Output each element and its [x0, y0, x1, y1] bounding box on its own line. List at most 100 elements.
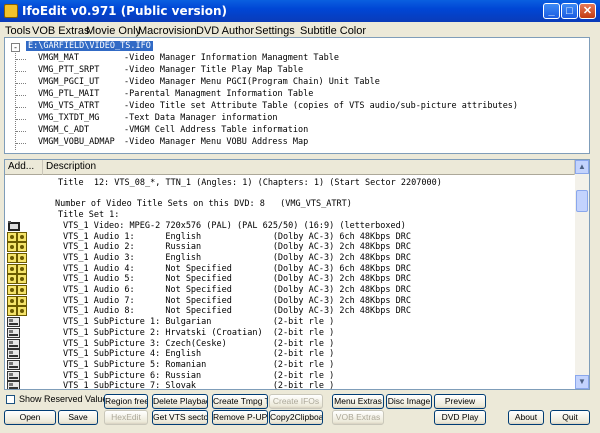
menu-macrovision[interactable]: Macrovision	[138, 25, 197, 37]
scroll-down-icon[interactable]: ▼	[575, 375, 589, 389]
list-row-text: VTS_1 SubPicture 5: Romanian (2-bit rle …	[63, 359, 335, 370]
tree-item-code: VMGM_MAT	[38, 53, 79, 63]
create-tmpg-t-button[interactable]: Create Tmpg T.	[212, 394, 268, 409]
subpicture-icon	[7, 370, 27, 381]
scroll-thumb[interactable]	[576, 190, 588, 212]
vob-extras-button[interactable]: VOB Extras	[332, 410, 384, 425]
disc-image-button[interactable]: Disc Image	[386, 394, 432, 409]
list-row[interactable]: VTS_1 Audio 3: English (Dolby AC-3) 2ch …	[5, 252, 575, 264]
list-row-text: VTS_1 Audio 7: Not Specified (Dolby AC-3…	[63, 295, 411, 306]
menu-tools[interactable]: Tools	[5, 25, 31, 37]
tree-item-code: VMGM_PGCI_UT	[38, 77, 100, 87]
menu-vob-extras[interactable]: VOB Extras	[32, 25, 89, 37]
close-button[interactable]: ✕	[579, 3, 596, 19]
subpicture-icon	[7, 349, 27, 360]
list-row[interactable]: VTS_1 Audio 2: Russian (Dolby AC-3) 2ch …	[5, 242, 575, 253]
subpicture-icon	[7, 327, 27, 338]
list-body: Title 12: VTS_08_*, TTN_1 (Angles: 1) (C…	[5, 176, 575, 389]
list-row[interactable]: Number of Video Title Sets on this DVD: …	[5, 199, 575, 210]
list-row-text: VTS_1 SubPicture 4: English (2-bit rle )	[63, 349, 335, 360]
list-row-text: VTS_1 Audio 8: Not Specified (Dolby AC-3…	[63, 306, 411, 317]
list-row[interactable]: VTS_1 SubPicture 6: Russian (2-bit rle )	[5, 370, 575, 382]
tree-connector	[16, 59, 26, 60]
list-row-text: Number of Video Title Sets on this DVD: …	[55, 199, 352, 210]
list-row[interactable]: Title Set 1:	[5, 210, 575, 221]
list-row-text: VTS_1 Audio 2: Russian (Dolby AC-3) 2ch …	[63, 242, 411, 253]
menu-subtitle-color[interactable]: Subtitle Color	[300, 25, 366, 37]
list-row[interactable]: VTS_1 SubPicture 7: Slovak (2-bit rle )	[5, 381, 575, 389]
subpicture-icon	[7, 359, 27, 370]
tree-root-node[interactable]: E:\GARFIELD\VIDEO_TS.IFO	[26, 41, 153, 51]
save-button[interactable]: Save	[58, 410, 98, 425]
list-row-text: VTS_1 Video: MPEG-2 720x576 (PAL) (PAL 6…	[63, 220, 406, 231]
tree-item-code: VMG_PTT_SRPT	[38, 65, 100, 75]
title-bar[interactable]: IfoEdit v0.971 (Public version) _ □ ✕	[0, 0, 600, 22]
audio-track-icon	[7, 285, 27, 295]
list-row-text: VTS_1 SubPicture 1: Bulgarian (2-bit rle…	[63, 317, 335, 328]
menu-extras-button[interactable]: Menu Extras	[332, 394, 384, 409]
show-reserved-checkbox[interactable]	[6, 395, 15, 404]
tree-item-desc: -Text Data Manager information	[124, 113, 278, 123]
list-row[interactable]: VTS_1 Audio 7: Not Specified (Dolby AC-3…	[5, 295, 575, 307]
tree-connector	[16, 83, 26, 84]
list-row-text: VTS_1 SubPicture 3: Czech(Ceske) (2-bit …	[63, 338, 335, 349]
list-row[interactable]: VTS_1 SubPicture 5: Romanian (2-bit rle …	[5, 359, 575, 371]
tree-connector	[15, 53, 16, 150]
column-description[interactable]: Description	[43, 160, 575, 175]
hexedit-button[interactable]: HexEdit	[104, 410, 148, 425]
minimize-button[interactable]: _	[543, 3, 560, 19]
details-list[interactable]: Add... Description Title 12: VTS_08_*, T…	[4, 159, 590, 390]
list-row[interactable]: VTS_1 Audio 6: Not Specified (Dolby AC-3…	[5, 285, 575, 296]
column-add[interactable]: Add...	[5, 160, 43, 175]
get-vts-sectors-button[interactable]: Get VTS sectors	[152, 410, 208, 425]
window-title: IfoEdit v0.971 (Public version)	[22, 4, 228, 18]
list-row[interactable]: VTS_1 SubPicture 2: Hrvatski (Croatian) …	[5, 327, 575, 339]
tree-connector	[16, 119, 26, 120]
subpicture-icon	[7, 381, 27, 389]
create-ifos-button[interactable]: Create IFOs	[269, 394, 323, 409]
delete-playback-button[interactable]: Delete Playback	[152, 394, 208, 409]
maximize-button[interactable]: □	[561, 3, 578, 19]
vertical-scrollbar[interactable]: ▲ ▼	[575, 160, 589, 389]
list-row-text: VTS_1 Audio 1: English (Dolby AC-3) 6ch …	[63, 231, 411, 242]
list-row-text: VTS_1 SubPicture 2: Hrvatski (Croatian) …	[63, 327, 335, 338]
list-header: Add... Description	[5, 160, 575, 175]
quit-button[interactable]: Quit	[550, 410, 590, 425]
ifo-tree[interactable]: - E:\GARFIELD\VIDEO_TS.IFO VMGM_MAT -Vide…	[4, 37, 590, 154]
list-row[interactable]: VTS_1 SubPicture 3: Czech(Ceske) (2-bit …	[5, 338, 575, 350]
audio-track-icon	[7, 242, 27, 253]
list-row-text: VTS_1 Audio 3: English (Dolby AC-3) 2ch …	[63, 252, 411, 263]
menu-movie-only[interactable]: Movie Only	[86, 25, 141, 37]
subpicture-icon	[7, 317, 27, 328]
dvd-play-button[interactable]: DVD Play	[434, 410, 486, 425]
menu-dvd-author[interactable]: DVD Author	[196, 25, 254, 37]
copy2clipboard-button[interactable]: Copy2Clipboard	[269, 410, 323, 425]
list-row[interactable]: VTS_1 SubPicture 4: English (2-bit rle )	[5, 349, 575, 360]
about-button[interactable]: About	[508, 410, 544, 425]
menu-settings[interactable]: Settings	[255, 25, 295, 37]
open-button[interactable]: Open	[4, 410, 56, 425]
tree-item-code: VMG_PTL_MAIT	[38, 89, 100, 99]
list-row[interactable]: VTS_1 Audio 1: English (Dolby AC-3) 6ch …	[5, 231, 575, 243]
preview-button[interactable]: Preview	[434, 394, 486, 409]
tree-item-desc: -Video Manager Title Play Map Table	[124, 65, 304, 75]
list-row[interactable]: VTS_1 Audio 5: Not Specified (Dolby AC-3…	[5, 274, 575, 285]
scroll-up-icon[interactable]: ▲	[575, 160, 589, 174]
list-row[interactable]: VTS_1 Audio 8: Not Specified (Dolby AC-3…	[5, 306, 575, 317]
audio-track-icon	[7, 252, 27, 263]
collapse-toggle[interactable]: -	[11, 43, 20, 52]
list-row[interactable]: Title 12: VTS_08_*, TTN_1 (Angles: 1) (C…	[5, 178, 575, 189]
list-row[interactable]: VTS_1 Audio 4: Not Specified (Dolby AC-3…	[5, 263, 575, 275]
remove-p-ups-button[interactable]: Remove P-UPs	[212, 410, 268, 425]
list-row[interactable]: VTS_1 SubPicture 1: Bulgarian (2-bit rle…	[5, 317, 575, 328]
app-icon	[4, 4, 18, 18]
tree-connector	[16, 131, 26, 132]
region-free-button[interactable]: Region free	[104, 394, 148, 409]
tree-item-desc: -Video Manager Menu PGCI(Program Chain) …	[124, 77, 380, 87]
tree-connector	[16, 71, 26, 72]
list-row[interactable]	[5, 189, 575, 200]
show-reserved-label: Show Reserved Values	[19, 394, 112, 404]
tree-item-code: VMGM_C_ADT	[38, 125, 90, 135]
tree-item-desc: -VMGM Cell Address Table information	[124, 125, 309, 135]
list-row[interactable]: VTS_1 Video: MPEG-2 720x576 (PAL) (PAL 6…	[5, 220, 575, 232]
